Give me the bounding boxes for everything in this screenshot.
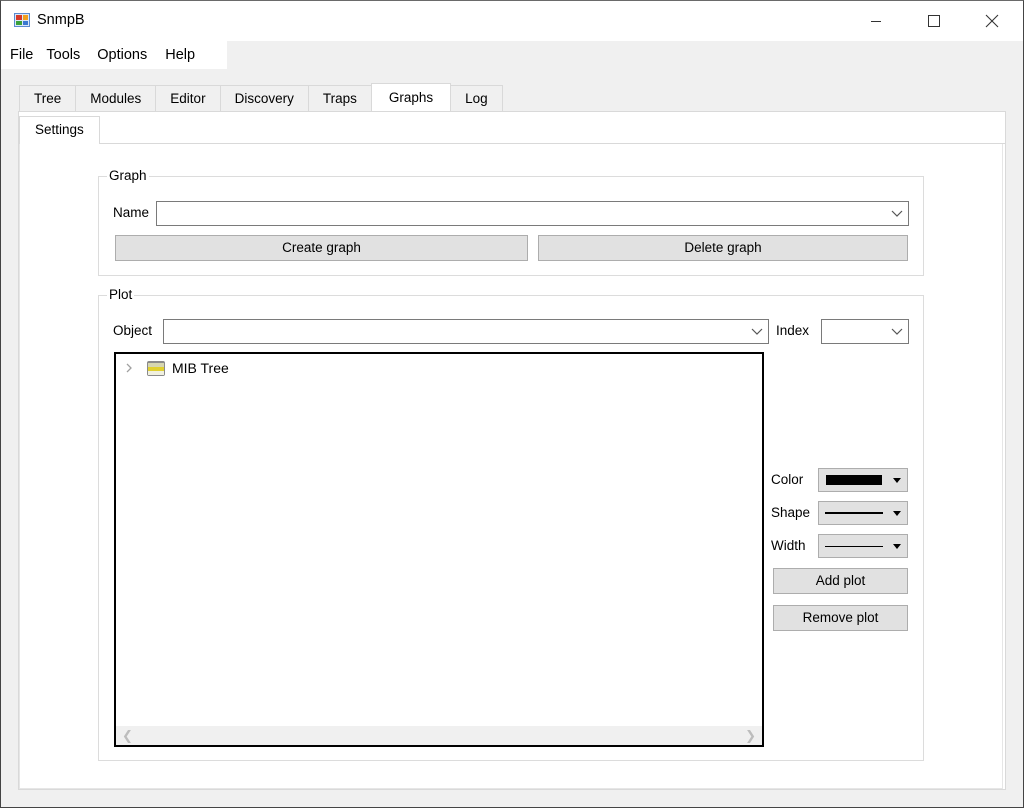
settings-page: Graph Name Create graph Delete graph Plo… xyxy=(19,143,1005,789)
window-title: SnmpB xyxy=(37,12,85,28)
scroll-left-icon[interactable]: ❮ xyxy=(122,728,133,744)
tree-item-label: MIB Tree xyxy=(172,360,229,376)
horizontal-scrollbar[interactable]: ❮ ❯ xyxy=(116,726,762,745)
close-icon xyxy=(985,14,999,28)
dropdown-arrow-icon xyxy=(893,511,901,516)
minimize-icon xyxy=(871,21,881,22)
tab-editor[interactable]: Editor xyxy=(155,85,221,111)
chevron-down-icon xyxy=(891,210,903,217)
plot-group-title: Plot xyxy=(107,287,135,302)
app-icon xyxy=(14,13,30,27)
menu-help[interactable]: Help xyxy=(160,41,200,69)
expand-chevron-icon[interactable] xyxy=(122,361,136,375)
create-graph-button[interactable]: Create graph xyxy=(115,235,528,261)
app-window: SnmpB File Tools Options Help Tree Modul… xyxy=(0,0,1024,808)
object-label: Object xyxy=(113,323,153,338)
maximize-button[interactable] xyxy=(905,1,963,41)
subtab-settings[interactable]: Settings xyxy=(19,116,100,144)
chevron-down-icon xyxy=(751,328,763,335)
main-tabs: Tree Modules Editor Discovery Traps Grap… xyxy=(19,83,503,111)
color-picker[interactable] xyxy=(818,468,908,492)
tab-modules[interactable]: Modules xyxy=(75,85,157,111)
maximize-icon xyxy=(928,15,940,27)
index-combobox[interactable] xyxy=(821,319,909,344)
color-swatch xyxy=(826,475,882,485)
mib-tree-view[interactable]: MIB Tree ❮ ❯ xyxy=(114,352,764,747)
add-plot-button[interactable]: Add plot xyxy=(773,568,908,594)
line-width-preview xyxy=(825,546,883,547)
object-combobox[interactable] xyxy=(163,319,769,344)
delete-graph-button[interactable]: Delete graph xyxy=(538,235,908,261)
title-bar: SnmpB xyxy=(1,1,1023,41)
tab-tree[interactable]: Tree xyxy=(19,85,77,111)
menu-tools[interactable]: Tools xyxy=(41,41,85,69)
menu-options[interactable]: Options xyxy=(92,41,152,69)
menu-file[interactable]: File xyxy=(5,41,38,69)
shape-label: Shape xyxy=(771,505,811,520)
graph-groupbox: Graph Name Create graph Delete graph xyxy=(98,168,924,276)
tab-traps[interactable]: Traps xyxy=(307,85,372,111)
plot-groupbox: Plot Object Index MIB Tree ❮ ❯ Color Sha… xyxy=(98,287,924,761)
tab-discovery[interactable]: Discovery xyxy=(219,85,309,111)
close-button[interactable] xyxy=(963,1,1021,41)
chevron-down-icon xyxy=(891,328,903,335)
name-label: Name xyxy=(113,205,150,220)
graph-name-combobox[interactable] xyxy=(156,201,909,226)
client-area: Tree Modules Editor Discovery Traps Grap… xyxy=(1,69,1023,807)
width-label: Width xyxy=(771,538,806,553)
folder-icon xyxy=(147,361,165,376)
width-selector[interactable] xyxy=(818,534,908,558)
menu-bar: File Tools Options Help xyxy=(1,41,227,69)
minimize-button[interactable] xyxy=(847,1,905,41)
graph-group-title: Graph xyxy=(107,168,149,183)
menu-bar-spacer xyxy=(227,41,1023,69)
shape-selector[interactable] xyxy=(818,501,908,525)
scroll-right-icon[interactable]: ❯ xyxy=(745,728,756,744)
line-shape-preview xyxy=(825,512,883,514)
dropdown-arrow-icon xyxy=(893,544,901,549)
tab-graphs[interactable]: Graphs xyxy=(370,83,452,111)
remove-plot-button[interactable]: Remove plot xyxy=(773,605,908,631)
color-label: Color xyxy=(771,472,804,487)
tree-item-mib-tree[interactable]: MIB Tree xyxy=(122,358,229,378)
index-label: Index xyxy=(776,323,810,338)
tab-log[interactable]: Log xyxy=(450,85,503,111)
graphs-tab-page: Settings Graph Name Create graph Delete … xyxy=(18,111,1006,790)
dropdown-arrow-icon xyxy=(893,478,901,483)
